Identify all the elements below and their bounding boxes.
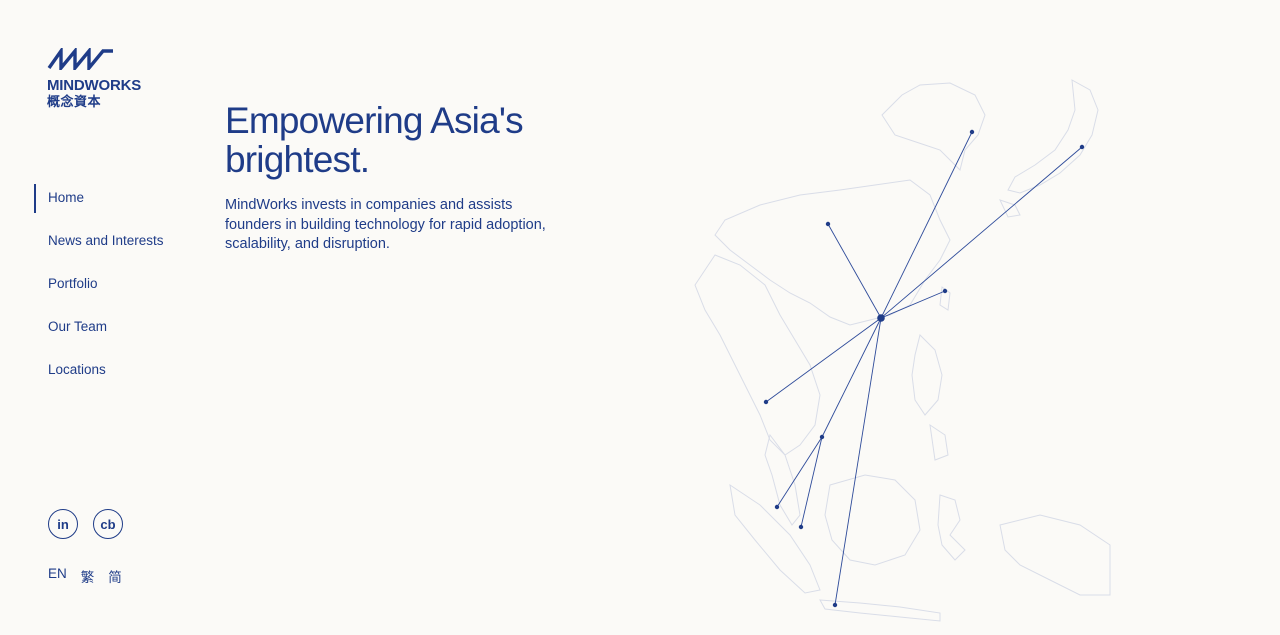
hero-headline: Empowering Asia's brightest. [225, 100, 524, 180]
page: MINDWORKS 概念資本 Home News and Interests P… [0, 0, 1280, 635]
network-node [832, 602, 838, 608]
hero-description: MindWorks invests in companies and assis… [225, 197, 546, 252]
network-node [798, 524, 804, 530]
nav-item-our-team[interactable]: Our Team [34, 313, 204, 342]
crunchbase-icon[interactable]: cb [93, 509, 123, 539]
lang-simplified-chinese[interactable]: 简 [108, 566, 122, 586]
network-node [774, 504, 780, 510]
linkedin-label: in [57, 516, 69, 532]
nav-item-label: Locations [48, 362, 106, 377]
nav-item-label: Portfolio [48, 276, 98, 291]
hero-section: Empowering Asia's brightest. MindWorks i… [225, 101, 575, 255]
network-node [942, 288, 948, 294]
brand-name-cjk: 概念資本 [47, 94, 102, 109]
brand-name: MINDWORKS [47, 77, 142, 94]
network-node [763, 399, 769, 405]
lang-traditional-chinese[interactable]: 繁 [81, 566, 95, 586]
language-switcher: EN 繁 简 [48, 566, 122, 586]
nav-item-locations[interactable]: Locations [34, 356, 204, 385]
nav-item-home[interactable]: Home [34, 184, 204, 213]
network-node [969, 129, 975, 135]
network-node [1079, 144, 1085, 150]
network-lines [765, 131, 1083, 606]
network-node [819, 434, 825, 440]
map-outline [694, 79, 1111, 622]
hub-node [877, 314, 885, 322]
nav-item-label: Our Team [48, 319, 108, 334]
linkedin-icon[interactable]: in [48, 509, 78, 539]
crunchbase-label: cb [100, 516, 116, 532]
nav-item-news-and-interests[interactable]: News and Interests [34, 227, 204, 256]
nav-item-label: Home [48, 190, 85, 205]
main-nav: Home News and Interests Portfolio Our Te… [34, 184, 204, 399]
asia-network-map [694, 79, 1111, 622]
nav-item-label: News and Interests [48, 233, 164, 248]
lang-en[interactable]: EN [48, 566, 67, 586]
social-links: in cb [48, 509, 123, 539]
mindworks-logo-icon [47, 48, 113, 70]
network-node [825, 221, 831, 227]
logo[interactable]: MINDWORKS 概念資本 [47, 48, 157, 109]
nav-item-portfolio[interactable]: Portfolio [34, 270, 204, 299]
